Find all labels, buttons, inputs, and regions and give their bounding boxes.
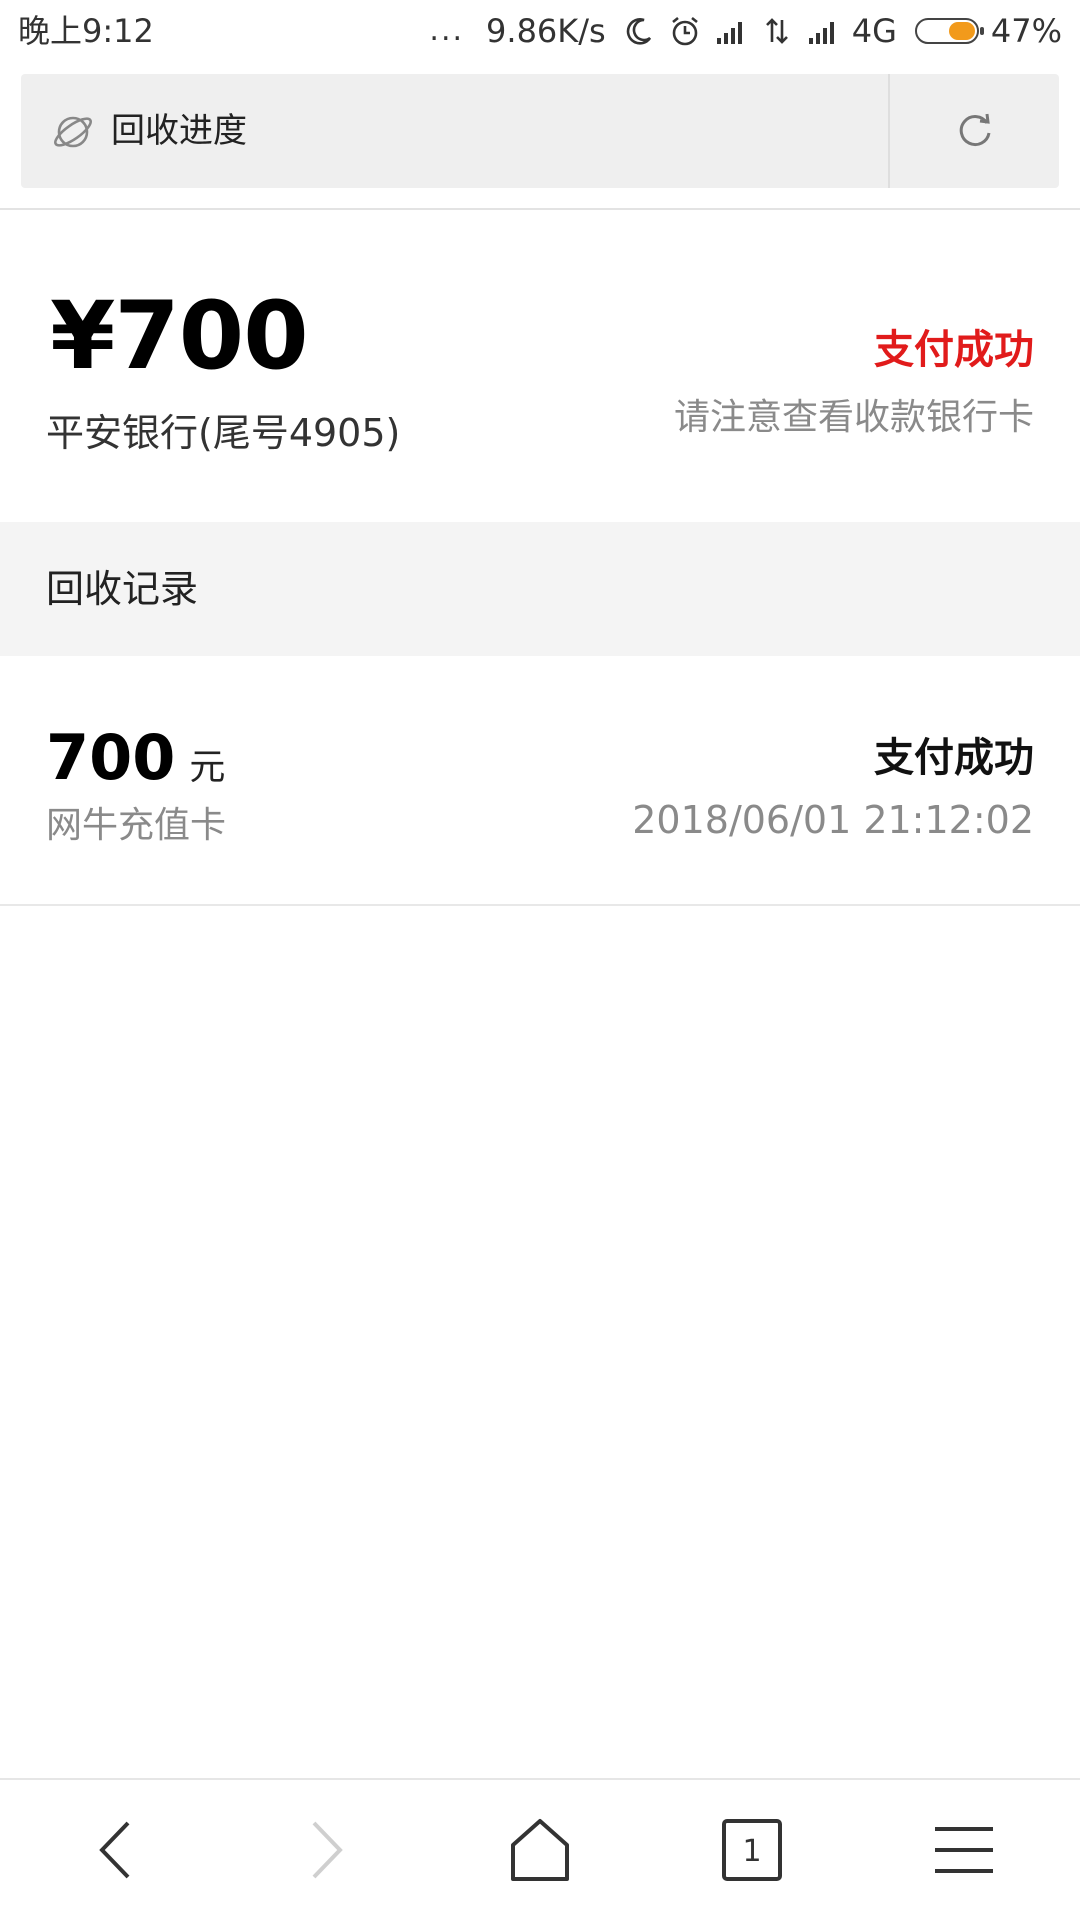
home-button[interactable]	[432, 1780, 648, 1920]
record-amount: 700 元	[46, 718, 225, 808]
page-title[interactable]: 回收进度	[111, 74, 247, 188]
status-icons: ... 9.86K/s 4G 47%	[429, 0, 1062, 62]
data-transfer-icon	[765, 18, 788, 44]
menu-button[interactable]	[856, 1780, 1072, 1920]
record-time: 2018/06/01 21:12:02	[632, 798, 1034, 842]
alarm-icon	[671, 16, 698, 46]
address-bar[interactable]: 回收进度	[21, 74, 1059, 188]
tabs-button[interactable]: 1	[644, 1780, 860, 1920]
moon-icon	[626, 18, 651, 45]
battery-level	[948, 22, 975, 40]
status-time: 晚上9:12	[18, 12, 154, 50]
tabs-icon: 1	[722, 1819, 782, 1881]
notice-text: 请注意查看收款银行卡	[673, 397, 1034, 438]
tab-count: 1	[742, 1834, 761, 1869]
bottom-nav: 1	[0, 1778, 1080, 1920]
record-status: 支付成功	[874, 735, 1034, 781]
home-icon	[511, 1819, 569, 1881]
record-amount-value: 700	[46, 721, 176, 794]
total-amount: ¥700	[50, 282, 309, 391]
page: 晚上9:12 ... 9.86K/s 4G 47% 回收进度 ¥700 平安银行…	[0, 0, 1080, 1920]
bank-account: 平安银行(尾号4905)	[46, 411, 401, 455]
battery-percent: 47%	[990, 12, 1062, 50]
refresh-button[interactable]	[890, 74, 1059, 188]
payment-status: 支付成功	[874, 327, 1034, 373]
records-title: 回收记录	[46, 567, 199, 611]
menu-icon	[935, 1827, 993, 1873]
forward-button[interactable]	[218, 1780, 434, 1920]
battery-tip	[979, 27, 984, 35]
network-type: 4G	[851, 12, 897, 50]
globe-icon	[54, 116, 92, 148]
forward-icon	[312, 1821, 343, 1879]
record-card-type: 网牛充值卡	[46, 805, 227, 846]
list-item[interactable]: 700 元 网牛充值卡 支付成功 2018/06/01 21:12:02	[0, 656, 1080, 904]
header-divider	[0, 208, 1080, 210]
refresh-icon	[959, 113, 990, 147]
signal-icon	[716, 22, 742, 44]
record-amount-unit: 元	[189, 747, 226, 788]
network-speed: 9.86K/s	[486, 12, 606, 50]
records-header: 回收记录	[0, 522, 1080, 656]
signal-icon-2	[808, 22, 834, 44]
notification-dots: ...	[429, 13, 465, 48]
list-divider	[0, 904, 1080, 906]
back-icon	[99, 1821, 130, 1879]
battery-icon	[914, 18, 984, 44]
status-bar: 晚上9:12 ... 9.86K/s 4G 47%	[0, 0, 1080, 62]
back-button[interactable]	[8, 1780, 224, 1920]
